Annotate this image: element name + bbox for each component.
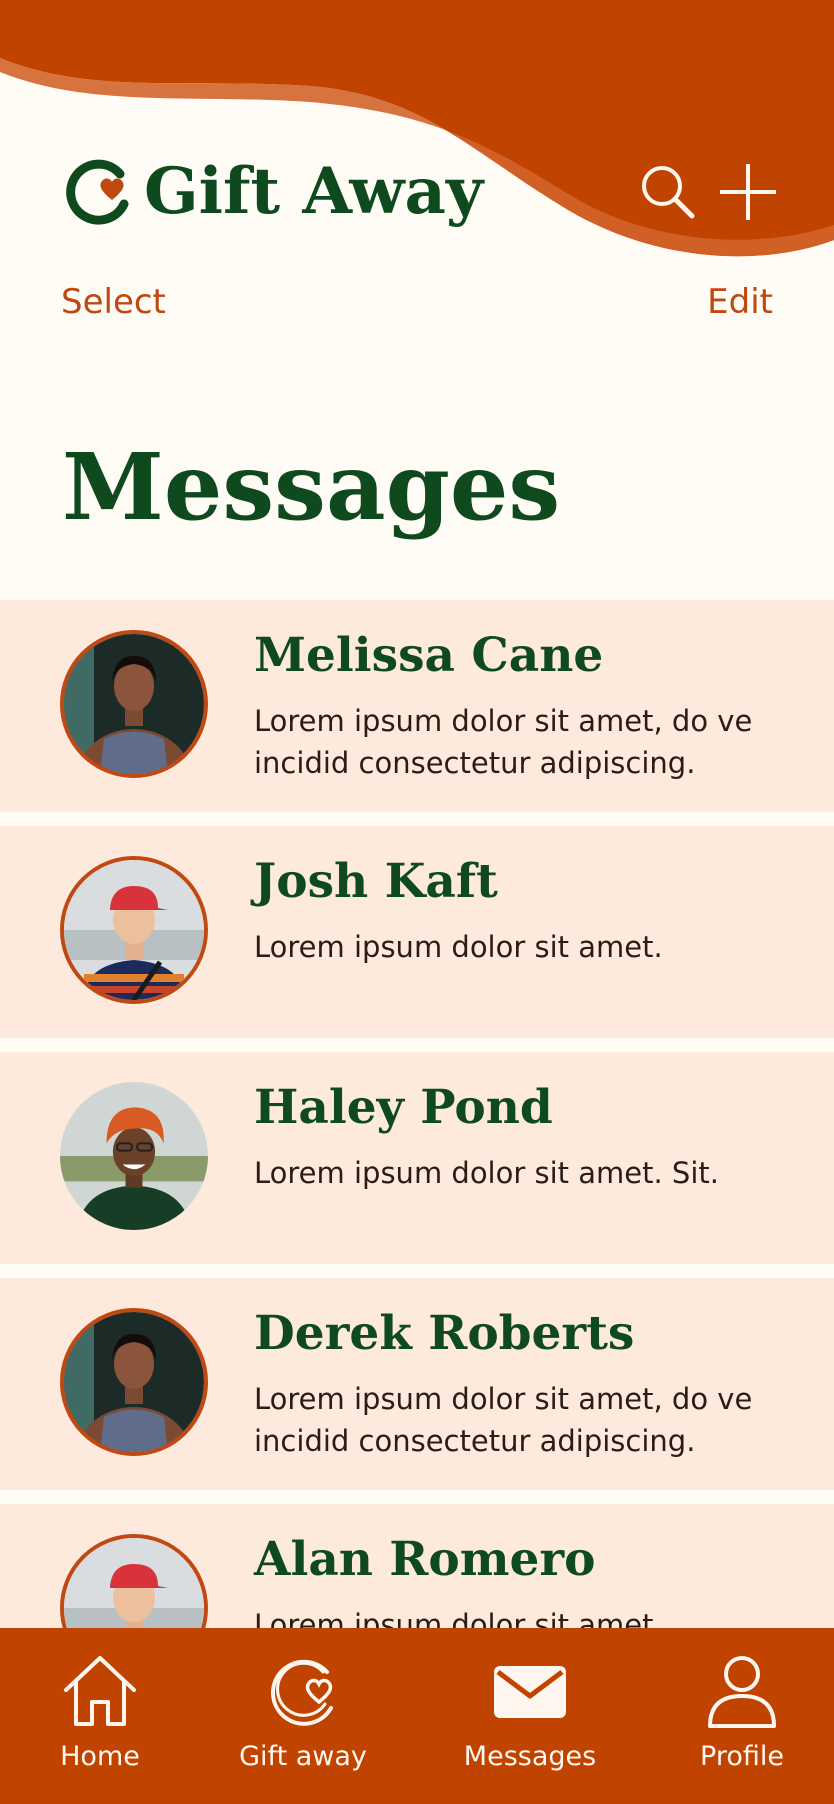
conversation-row[interactable]: Derek Roberts Lorem ipsum dolor sit amet… — [0, 1278, 834, 1490]
home-icon — [58, 1650, 142, 1734]
tab-label: Home — [60, 1741, 140, 1772]
contact-name: Josh Kaft — [254, 854, 498, 909]
conversation-row[interactable]: Melissa Cane Lorem ipsum dolor sit amet,… — [0, 600, 834, 812]
gift-away-logo-icon — [58, 152, 138, 232]
gift-away-icon — [261, 1650, 345, 1734]
contact-name: Haley Pond — [254, 1080, 553, 1135]
edit-button[interactable]: Edit — [707, 280, 773, 324]
contact-name: Derek Roberts — [254, 1306, 635, 1361]
contact-name: Melissa Cane — [254, 628, 604, 683]
tab-messages[interactable]: Messages — [430, 1650, 630, 1774]
avatar — [60, 856, 208, 1004]
tab-label: Profile — [700, 1741, 784, 1772]
app-name: Gift Away — [144, 154, 484, 229]
tab-label: Gift away — [239, 1741, 367, 1772]
tab-home[interactable]: Home — [0, 1650, 200, 1774]
message-preview: Lorem ipsum dolor sit amet, do ve incidi… — [254, 704, 753, 780]
avatar — [60, 1308, 208, 1456]
conversation-row[interactable]: Josh Kaft Lorem ipsum dolor sit amet. — [0, 826, 834, 1038]
page-title: Messages — [62, 433, 561, 541]
bottom-tab-bar: Home Gift away Messages Profile — [0, 1628, 834, 1804]
message-preview: Lorem ipsum dolor sit amet. Sit. — [254, 1156, 719, 1190]
tab-gift-away[interactable]: Gift away — [203, 1650, 403, 1774]
messages-screen: Gift Away Select Edit Messages Melissa C… — [0, 0, 834, 1804]
contact-name: Alan Romero — [254, 1532, 596, 1587]
envelope-icon — [488, 1650, 572, 1734]
avatar — [60, 630, 208, 778]
person-icon — [700, 1650, 784, 1734]
search-icon[interactable] — [634, 158, 702, 226]
app-logo[interactable]: Gift Away — [58, 152, 483, 232]
conversation-row[interactable]: Haley Pond Lorem ipsum dolor sit amet. S… — [0, 1052, 834, 1264]
tab-label: Messages — [463, 1741, 597, 1772]
tab-profile[interactable]: Profile — [642, 1650, 834, 1774]
avatar — [60, 1082, 208, 1230]
message-preview: Lorem ipsum dolor sit amet. — [254, 930, 663, 964]
select-button[interactable]: Select — [61, 280, 166, 324]
plus-icon[interactable] — [714, 158, 782, 226]
message-preview: Lorem ipsum dolor sit amet, do ve incidi… — [254, 1382, 753, 1458]
